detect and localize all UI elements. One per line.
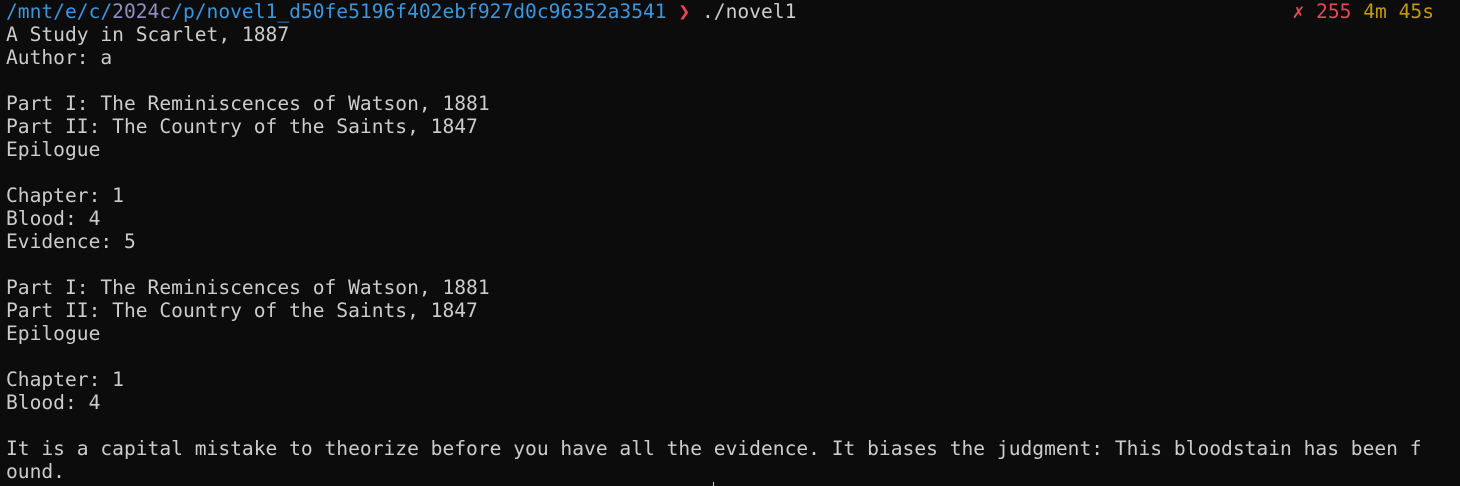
path-mid: /p/: [171, 0, 207, 23]
output-line: Part I: The Reminiscences of Watson, 188…: [6, 92, 490, 115]
terminal-window[interactable]: /mnt/e/c/2024c/p/novel1_d50fe5196f402ebf…: [0, 0, 1460, 486]
path-prefix: /mnt/e/c/: [6, 0, 113, 23]
prompt-status: ✗ 255 4m 45s: [1292, 0, 1434, 23]
prompt-chevron-icon: ❯: [678, 0, 691, 23]
path-segment-year: 2024c: [112, 0, 172, 23]
output-line: Epilogue: [6, 322, 101, 345]
path-rest: novel1_d50fe5196f402ebf927d0c96352a3541: [206, 0, 667, 23]
output-line: Part II: The Country of the Saints, 1847: [6, 299, 478, 322]
output-line: Part I: The Reminiscences of Watson, 188…: [6, 276, 490, 299]
output-line: Blood: 4: [6, 207, 101, 230]
output-line: ound.: [6, 460, 65, 483]
program-output: A Study in Scarlet, 1887 Author: a Part …: [6, 23, 1460, 483]
exit-code: 255: [1316, 0, 1352, 23]
output-line: Chapter: 1: [6, 184, 124, 207]
output-line: A Study in Scarlet, 1887: [6, 23, 290, 46]
prompt-path: /mnt/e/c/2024c/p/novel1_d50fe5196f402ebf…: [6, 0, 667, 23]
prompt-line: /mnt/e/c/2024c/p/novel1_d50fe5196f402ebf…: [6, 0, 1460, 23]
command-text: ./novel1: [702, 0, 797, 23]
output-line: Part II: The Country of the Saints, 1847: [6, 115, 478, 138]
output-line: Evidence: 5: [6, 230, 136, 253]
fail-x-icon: ✗: [1292, 0, 1305, 23]
output-line: Chapter: 1: [6, 368, 124, 391]
output-line: Blood: 4: [6, 391, 101, 414]
output-line: Author: a: [6, 46, 113, 69]
text-cursor: [713, 482, 714, 486]
output-line: It is a capital mistake to theorize befo…: [6, 437, 1422, 460]
output-line: Epilogue: [6, 138, 101, 161]
command-duration: 4m 45s: [1363, 0, 1434, 23]
